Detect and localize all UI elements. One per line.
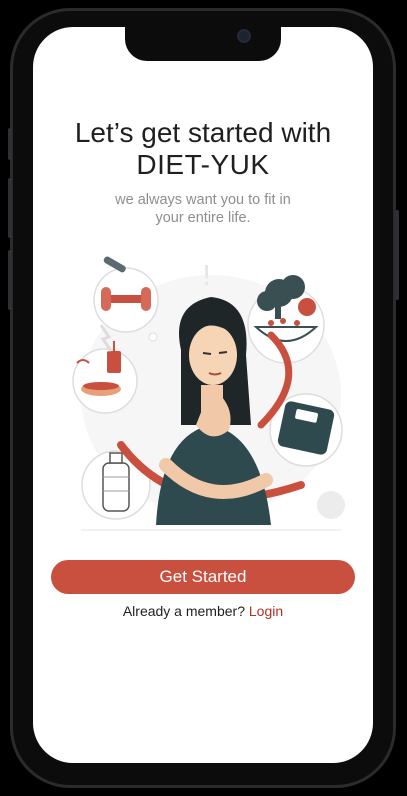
login-link[interactable]: Login (249, 603, 283, 619)
svg-text:!: ! (201, 259, 212, 292)
notch (125, 27, 281, 61)
side-button-right (395, 210, 399, 300)
dieting-woman-illustration: ! (72, 256, 345, 531)
side-button-left-1 (8, 128, 12, 160)
front-camera-icon (237, 29, 251, 43)
get-started-button[interactable]: Get Started (51, 560, 355, 594)
side-button-left-2 (8, 178, 12, 238)
side-button-left-3 (8, 250, 12, 310)
page-title-line1: Let’s get started with (74, 117, 332, 148)
app-screen: Let’s get started with DIET-YUK we alway… (33, 27, 373, 763)
already-member-text: Already a member? (122, 603, 245, 619)
member-login-row: Already a member? Login (33, 603, 373, 619)
subtitle-line2: your entire life. (155, 210, 251, 226)
page-title-app-name: DIET-YUK (136, 149, 270, 180)
subtitle-line1: we always want you to fit in (115, 192, 291, 208)
